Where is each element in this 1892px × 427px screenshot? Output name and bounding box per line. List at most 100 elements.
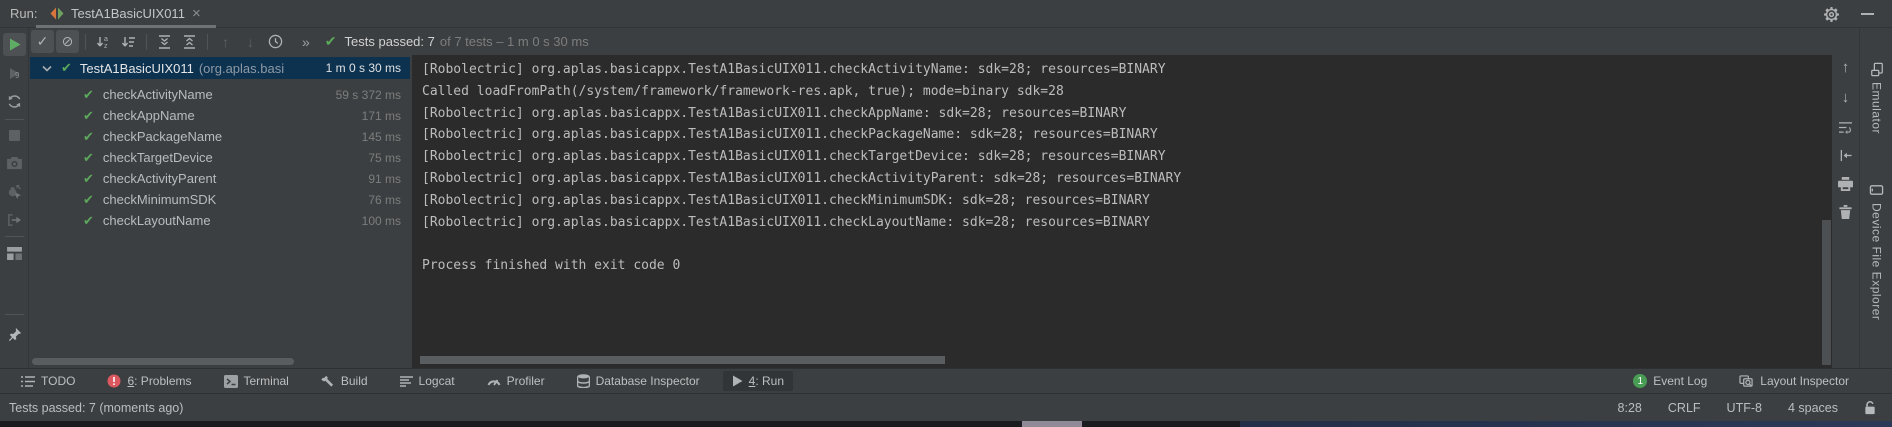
event-log-count-badge: 1 <box>1633 374 1647 388</box>
caret-position[interactable]: 8:28 <box>1618 401 1642 415</box>
encoding-indicator[interactable]: UTF-8 <box>1727 401 1762 415</box>
unlock-icon[interactable] <box>1864 401 1876 415</box>
svg-text:a: a <box>104 36 108 43</box>
rerun-button[interactable] <box>3 33 26 56</box>
up-arrow-icon: ↑ <box>222 34 229 50</box>
toolwindow-button-emulator[interactable]: Emulator <box>1860 63 1892 134</box>
test-tree: ✔ TestA1BasicUIX011 (org.aplas.basi 1 m … <box>30 55 410 368</box>
run-tab-title: TestA1BasicUIX011 <box>71 6 185 21</box>
test-row-checkAppName[interactable]: ✔checkAppName171 ms <box>30 105 410 126</box>
show-passed-toggle[interactable]: ✓ <box>31 30 54 53</box>
tree-horizontal-scrollbar[interactable] <box>32 358 294 365</box>
toolbar-divider <box>146 34 147 50</box>
print-icon[interactable] <box>1834 172 1857 195</box>
test-name: checkLayoutName <box>103 213 211 228</box>
chevron-down-icon[interactable] <box>42 65 52 72</box>
console-line: [Robolectric] org.aplas.basicappx.TestA1… <box>422 59 1166 81</box>
test-passed-icon: ✔ <box>83 129 94 145</box>
scroll-to-end-icon[interactable] <box>1834 144 1857 167</box>
toolwindow-button-run[interactable]: 4: Run <box>723 371 793 391</box>
toolwindow-button-terminal[interactable]: Terminal <box>215 371 298 391</box>
test-passed-icon: ✔ <box>83 87 94 103</box>
toolwindow-label: Event Log <box>1653 374 1707 388</box>
expand-all-icon[interactable] <box>153 30 176 53</box>
attach-profiler-icon <box>3 180 26 203</box>
stop-button <box>3 124 26 147</box>
toolbar-divider <box>207 34 208 50</box>
toolwindow-button-logcat[interactable]: Logcat <box>391 371 464 391</box>
clear-console-trash-icon[interactable] <box>1834 200 1857 223</box>
toolbar-divider <box>85 34 86 50</box>
problems-icon <box>107 374 121 388</box>
show-ignored-toggle[interactable]: ⊘ <box>56 30 79 53</box>
collapse-all-icon[interactable] <box>178 30 201 53</box>
run-tab-TestA1BasicUIX011[interactable]: TestA1BasicUIX011 × <box>42 0 211 27</box>
settings-gear-icon[interactable] <box>1824 7 1839 22</box>
line-ending-indicator[interactable]: CRLF <box>1668 401 1701 415</box>
test-row-checkLayoutName[interactable]: ✔checkLayoutName100 ms <box>30 210 410 231</box>
toolwindow-label: Emulator <box>1870 82 1884 134</box>
test-row-checkTargetDevice[interactable]: ✔checkTargetDevice75 ms <box>30 147 410 168</box>
test-row-checkMinimumSDK[interactable]: ✔checkMinimumSDK76 ms <box>30 189 410 210</box>
console-line: Called loadFromPath(/system/framework/fr… <box>422 81 1064 103</box>
down-the-stack-trace-icon[interactable]: ↓ <box>1834 86 1857 109</box>
toolwindow-button-problems[interactable]: 6: Problems <box>98 371 200 391</box>
indent-indicator[interactable]: 4 spaces <box>1788 401 1838 415</box>
test-row-checkActivityName[interactable]: ✔checkActivityName59 s 372 ms <box>30 84 410 105</box>
toolwindow-button-layout-inspector[interactable]: Layout Inspector <box>1730 371 1858 391</box>
console-vertical-scrollbar[interactable] <box>1822 220 1831 365</box>
test-duration: 91 ms <box>368 172 401 186</box>
test-row-checkActivityParent[interactable]: ✔checkActivityParent91 ms <box>30 168 410 189</box>
toolwindow-button-build[interactable]: Build <box>312 371 377 391</box>
toolwindow-label: Database Inspector <box>596 374 700 388</box>
soft-wrap-icon[interactable] <box>1834 116 1857 139</box>
close-tab-icon[interactable]: × <box>192 6 201 21</box>
toolwindow-button-database-inspector[interactable]: Database Inspector <box>568 371 709 391</box>
ignored-icon: ⊘ <box>62 33 74 50</box>
rerun-failed-tests-icon[interactable]: 9 <box>3 62 26 85</box>
console-line: [Robolectric] org.aplas.basicappx.TestA1… <box>422 146 1166 168</box>
hide-tool-window-icon[interactable] <box>1861 13 1874 15</box>
taskbar-fragment <box>1240 421 1892 427</box>
toolwindow-button-profiler[interactable]: Profiler <box>478 371 554 391</box>
console-line: [Robolectric] org.aplas.basicappx.TestA1… <box>422 124 1158 146</box>
toolwindow-button-event-log[interactable]: 1 Event Log <box>1624 371 1716 391</box>
test-name: checkActivityName <box>103 87 213 102</box>
show-running-list-icon <box>3 208 26 231</box>
tests-passed-count: Tests passed: 7 <box>345 34 435 49</box>
run-console[interactable]: [Robolectric] org.aplas.basicappx.TestA1… <box>412 55 1832 368</box>
suite-name: TestA1BasicUIX011 <box>80 61 194 76</box>
console-line: Process finished with exit code 0 <box>422 255 680 277</box>
toolwindow-label: Logcat <box>419 374 455 388</box>
up-arrow-icon: ↑ <box>1842 59 1850 76</box>
suite-duration: 1 m 0 s 30 ms <box>326 61 401 75</box>
sort-by-duration-icon[interactable] <box>117 30 140 53</box>
previous-failed-test-icon: ↑ <box>214 30 237 53</box>
restore-layout-icon[interactable] <box>3 242 26 265</box>
tests-passed-check-icon: ✔ <box>325 33 337 50</box>
toolwindow-button-todo[interactable]: TODO <box>12 371 84 391</box>
svg-text:z: z <box>104 43 108 49</box>
device-file-explorer-icon <box>1870 185 1884 196</box>
svg-text:9: 9 <box>15 71 20 80</box>
toolwindow-label: Profiler <box>507 374 545 388</box>
toolwindow-label: 6: Problems <box>127 374 191 388</box>
profiler-icon <box>487 375 501 387</box>
rail-divider <box>5 119 24 120</box>
rail-divider <box>5 236 24 237</box>
up-the-stack-trace-icon[interactable]: ↑ <box>1834 56 1857 79</box>
console-line: [Robolectric] org.aplas.basicappx.TestA1… <box>422 212 1150 234</box>
toolwindow-button-device-file-explorer[interactable]: Device File Explorer <box>1860 183 1892 320</box>
rerun-automatically-icon[interactable] <box>3 90 26 113</box>
test-suite-row[interactable]: ✔ TestA1BasicUIX011 (org.aplas.basi 1 m … <box>30 57 410 79</box>
pin-tab-icon[interactable] <box>3 322 26 345</box>
bottom-edge-strip <box>0 421 1892 427</box>
sort-alphabetically-icon[interactable]: az <box>92 30 115 53</box>
suite-package: (org.aplas.basi <box>199 61 284 76</box>
more-actions-chevron-icon[interactable]: » <box>302 34 309 50</box>
console-line: [Robolectric] org.aplas.basicappx.TestA1… <box>422 103 1126 125</box>
console-horizontal-scrollbar[interactable] <box>420 356 945 364</box>
test-name: checkAppName <box>103 108 195 123</box>
test-row-checkPackageName[interactable]: ✔checkPackageName145 ms <box>30 126 410 147</box>
test-history-icon[interactable] <box>264 30 287 53</box>
